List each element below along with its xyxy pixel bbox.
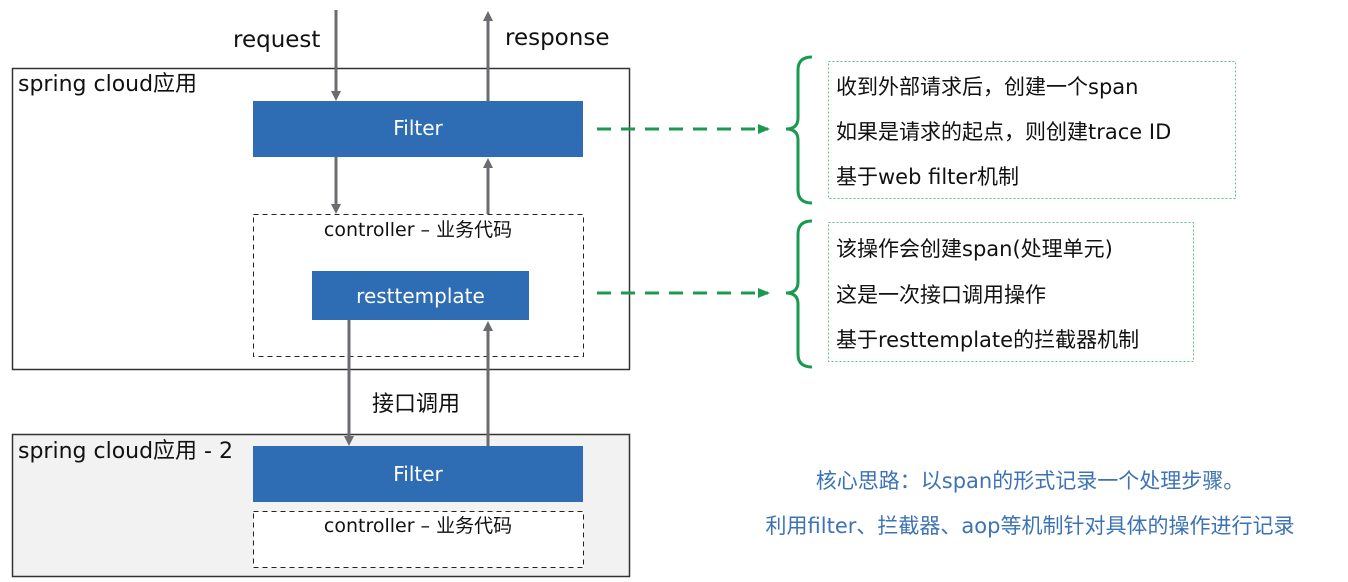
resttemplate-label: resttemplate	[356, 284, 485, 308]
summary-line-2: 利用filter、拦截器、aop等机制针对具体的操作进行记录	[765, 514, 1295, 538]
app2-controller-label: controller – 业务代码	[323, 515, 513, 537]
resttemplate-note-line: 这是一次接口调用操作	[836, 283, 1046, 307]
response-label: response	[505, 25, 610, 51]
resttemplate-note-line: 基于resttemplate的拦截器机制	[836, 328, 1140, 352]
request-label: request	[233, 27, 321, 53]
filter-note-brace	[785, 55, 813, 205]
app1-filter-label: Filter	[393, 116, 443, 140]
diagram-canvas	[11, 10, 1236, 578]
interface-call-label: 接口调用	[372, 392, 461, 417]
filter-note-line: 如果是请求的起点，则创建trace ID	[836, 120, 1172, 144]
app2-title: spring cloud应用 - 2	[18, 439, 233, 464]
app2-filter-label: Filter	[393, 462, 443, 486]
filter-note-line: 收到外部请求后，创建一个span	[836, 75, 1139, 99]
resttemplate-note-brace	[785, 219, 813, 369]
app1-controller-label: controller – 业务代码	[323, 219, 513, 241]
summary-line-1: 核心思路：以span的形式记录一个处理步骤。	[815, 469, 1245, 493]
app1-title: spring cloud应用	[18, 72, 198, 97]
filter-note-line: 基于web filter机制	[836, 165, 1019, 189]
resttemplate-note-line: 该操作会创建span(处理单元)	[836, 237, 1113, 261]
